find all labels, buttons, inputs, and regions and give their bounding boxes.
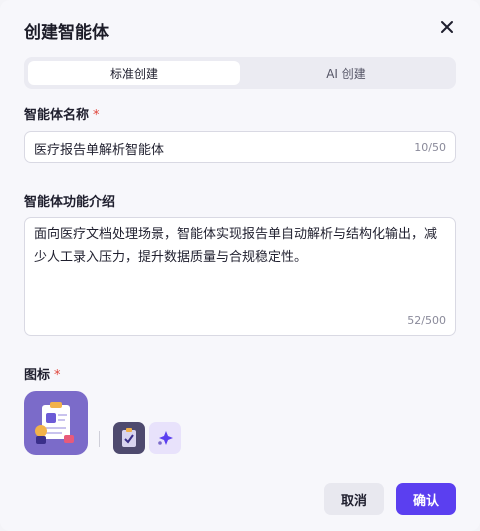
create-agent-dialog: 创建智能体 标准创建 AI 创建 智能体名称 * 医疗报告单解析智能体 10/50… bbox=[0, 0, 480, 531]
icon-picker bbox=[24, 391, 324, 455]
clipboard-check-icon[interactable] bbox=[113, 422, 145, 454]
icon-label: 图标 * bbox=[24, 364, 61, 383]
agent-desc-label: 智能体功能介绍 bbox=[24, 195, 116, 210]
agent-desc-counter: 52/500 bbox=[407, 314, 446, 327]
agent-name-input[interactable]: 医疗报告单解析智能体 10/50 bbox=[24, 131, 456, 163]
tab-standard-create[interactable]: 标准创建 bbox=[28, 61, 240, 85]
agent-name-value: 医疗报告单解析智能体 bbox=[34, 143, 165, 158]
dialog-title: 创建智能体 bbox=[24, 23, 109, 43]
medical-report-icon[interactable] bbox=[24, 391, 88, 455]
close-icon[interactable] bbox=[438, 18, 456, 36]
agent-name-label: 智能体名称 * bbox=[24, 104, 100, 123]
sparkle-icon[interactable] bbox=[149, 422, 181, 454]
cancel-button[interactable]: 取消 bbox=[324, 483, 384, 515]
create-mode-tabs: 标准创建 AI 创建 bbox=[24, 57, 456, 89]
agent-name-label-text: 智能体名称 bbox=[24, 108, 90, 123]
required-mark: * bbox=[54, 368, 61, 383]
agent-desc-value: 面向医疗文档处理场景，智能体实现报告单自动解析与结构化输出，减少人工录入压力，提… bbox=[34, 227, 438, 265]
agent-desc-textarea[interactable]: 面向医疗文档处理场景，智能体实现报告单自动解析与结构化输出，减少人工录入压力，提… bbox=[24, 217, 456, 336]
tab-ai-create[interactable]: AI 创建 bbox=[240, 61, 452, 85]
required-mark: * bbox=[93, 108, 100, 123]
icon-divider bbox=[99, 431, 100, 447]
icon-label-text: 图标 bbox=[24, 368, 51, 383]
agent-name-counter: 10/50 bbox=[414, 141, 446, 154]
confirm-button[interactable]: 确认 bbox=[396, 483, 456, 515]
